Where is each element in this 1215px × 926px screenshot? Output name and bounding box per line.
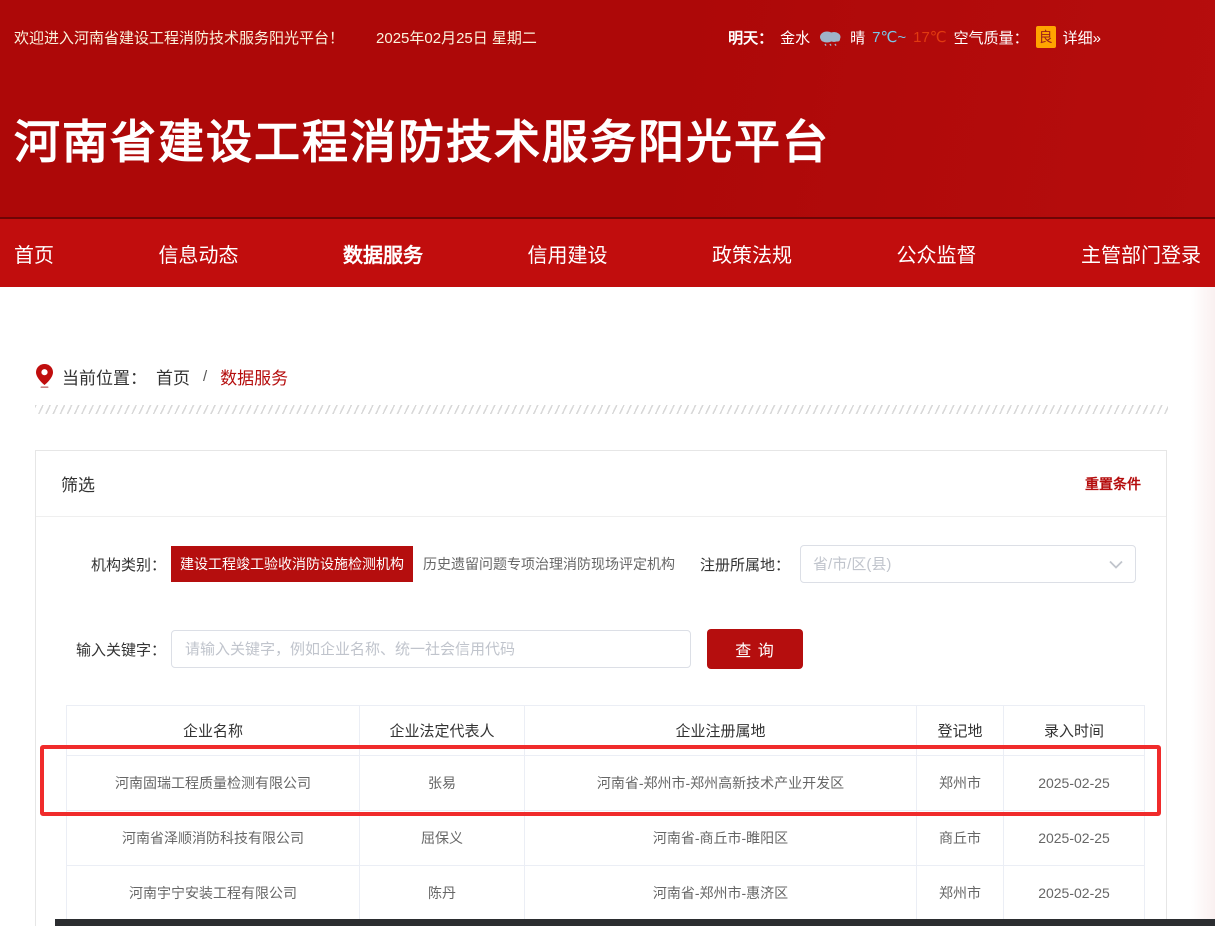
cell-legal-representative: 屈保义 <box>360 811 525 866</box>
nav-item-news[interactable]: 信息动态 <box>159 239 239 268</box>
bottom-window-edge <box>55 919 1215 926</box>
main-nav: 首页 信息动态 数据服务 信用建设 政策法规 公众监督 主管部门登录 <box>0 217 1215 287</box>
nav-item-home[interactable]: 首页 <box>14 239 54 268</box>
cell-entry-date: 2025-02-25 <box>1004 811 1145 866</box>
region-label: 注册所属地： <box>700 554 790 575</box>
keyword-input[interactable] <box>171 630 691 668</box>
welcome-text: 欢迎进入河南省建设工程消防技术服务阳光平台！ <box>14 27 344 48</box>
search-button[interactable]: 查 询 <box>707 629 803 669</box>
cell-registration-place: 郑州市 <box>917 756 1004 811</box>
filter-panel-header: 筛选 重置条件 <box>36 451 1166 517</box>
table-row[interactable]: 河南宇宁安装工程有限公司 陈丹 河南省-郑州市-惠济区 郑州市 2025-02-… <box>67 866 1145 921</box>
category-filter-row: 机构类别： 建设工程竣工验收消防设施检测机构 历史遗留问题专项治理消防现场评定机… <box>66 545 1136 583</box>
company-table: 企业名称 企业法定代表人 企业注册属地 登记地 录入时间 河南固瑞工程质量检测有… <box>66 705 1145 921</box>
cell-entry-date: 2025-02-25 <box>1004 756 1145 811</box>
aqi-label: 空气质量： <box>954 27 1029 48</box>
cell-company-name: 河南宇宁安装工程有限公司 <box>67 866 360 921</box>
breadcrumb-label: 当前位置： <box>62 364 147 389</box>
breadcrumb-current: 数据服务 <box>220 364 288 389</box>
nav-item-admin-login[interactable]: 主管部门登录 <box>1081 239 1201 268</box>
category-label: 机构类别： <box>66 554 166 575</box>
weather-tomorrow-label: 明天： <box>728 27 773 48</box>
keyword-label: 输入关键字： <box>66 639 166 660</box>
keyword-filter-row: 输入关键字： 查 询 <box>66 629 1136 669</box>
temp-low: 7℃~ <box>872 28 906 46</box>
breadcrumb: 当前位置： 首页 / 数据服务 <box>36 361 1215 391</box>
nav-item-credit[interactable]: 信用建设 <box>528 239 608 268</box>
cell-company-name: 河南固瑞工程质量检测有限公司 <box>67 756 360 811</box>
cell-legal-representative: 陈丹 <box>360 866 525 921</box>
temp-high: 17℃ <box>913 28 947 46</box>
reset-filters-link[interactable]: 重置条件 <box>1085 474 1141 494</box>
table-header-row: 企业名称 企业法定代表人 企业注册属地 登记地 录入时间 <box>67 706 1145 756</box>
date-text: 2025年02月25日 星期二 <box>376 27 537 48</box>
cell-registration-place: 郑州市 <box>917 866 1004 921</box>
cell-company-name: 河南省泽顺消防科技有限公司 <box>67 811 360 866</box>
cell-registration-place: 商丘市 <box>917 811 1004 866</box>
hero-header: 欢迎进入河南省建设工程消防技术服务阳光平台！ 2025年02月25日 星期二 明… <box>0 0 1215 217</box>
weather-detail-link[interactable]: 详细» <box>1063 27 1101 48</box>
location-pin-icon <box>36 364 53 388</box>
table-row[interactable]: 河南固瑞工程质量检测有限公司 张易 河南省-郑州市-郑州高新技术产业开发区 郑州… <box>67 756 1145 811</box>
cell-entry-date: 2025-02-25 <box>1004 866 1145 921</box>
weather-condition: 晴 <box>850 27 865 48</box>
filter-title: 筛选 <box>61 471 95 496</box>
col-entry-date: 录入时间 <box>1004 706 1145 756</box>
topbar: 欢迎进入河南省建设工程消防技术服务阳光平台！ 2025年02月25日 星期二 明… <box>0 0 1215 48</box>
weather-district: 金水 <box>780 27 810 48</box>
breadcrumb-home-link[interactable]: 首页 <box>156 364 190 389</box>
filter-panel-body: 机构类别： 建设工程竣工验收消防设施检测机构 历史遗留问题专项治理消防现场评定机… <box>36 517 1166 921</box>
nav-item-data-service[interactable]: 数据服务 <box>343 239 423 268</box>
nav-item-supervision[interactable]: 公众监督 <box>897 239 977 268</box>
chevron-down-icon <box>1109 560 1123 569</box>
col-legal-representative: 企业法定代表人 <box>360 706 525 756</box>
category-tab-legacy-assessment[interactable]: 历史遗留问题专项治理消防现场评定机构 <box>423 554 675 574</box>
cell-registered-address: 河南省-郑州市-郑州高新技术产业开发区 <box>525 756 917 811</box>
filter-panel: 筛选 重置条件 机构类别： 建设工程竣工验收消防设施检测机构 历史遗留问题专项治… <box>35 450 1167 926</box>
weather-widget: 明天： 金水 晴 7℃~ 17℃ 空气质量： 良 详细» <box>728 26 1101 48</box>
breadcrumb-separator: / <box>203 368 207 385</box>
nav-item-policy[interactable]: 政策法规 <box>712 239 792 268</box>
aqi-badge: 良 <box>1036 26 1056 48</box>
cell-registered-address: 河南省-郑州市-惠济区 <box>525 866 917 921</box>
page-title: 河南省建设工程消防技术服务阳光平台 <box>14 106 1215 172</box>
region-select[interactable] <box>800 545 1136 583</box>
table-row[interactable]: 河南省泽顺消防科技有限公司 屈保义 河南省-商丘市-睢阳区 商丘市 2025-0… <box>67 811 1145 866</box>
col-registered-address: 企业注册属地 <box>525 706 917 756</box>
col-company-name: 企业名称 <box>67 706 360 756</box>
region-select-input[interactable] <box>813 556 1109 573</box>
main-content: 当前位置： 首页 / 数据服务 筛选 重置条件 机构类别： 建设工程竣工验收消防… <box>0 361 1215 926</box>
hatched-divider <box>35 405 1168 414</box>
category-tab-detection-agency[interactable]: 建设工程竣工验收消防设施检测机构 <box>171 546 413 582</box>
cell-legal-representative: 张易 <box>360 756 525 811</box>
region-filter-group: 注册所属地： <box>700 545 1136 583</box>
col-registration-place: 登记地 <box>917 706 1004 756</box>
cloud-icon <box>817 28 843 46</box>
cell-registered-address: 河南省-商丘市-睢阳区 <box>525 811 917 866</box>
